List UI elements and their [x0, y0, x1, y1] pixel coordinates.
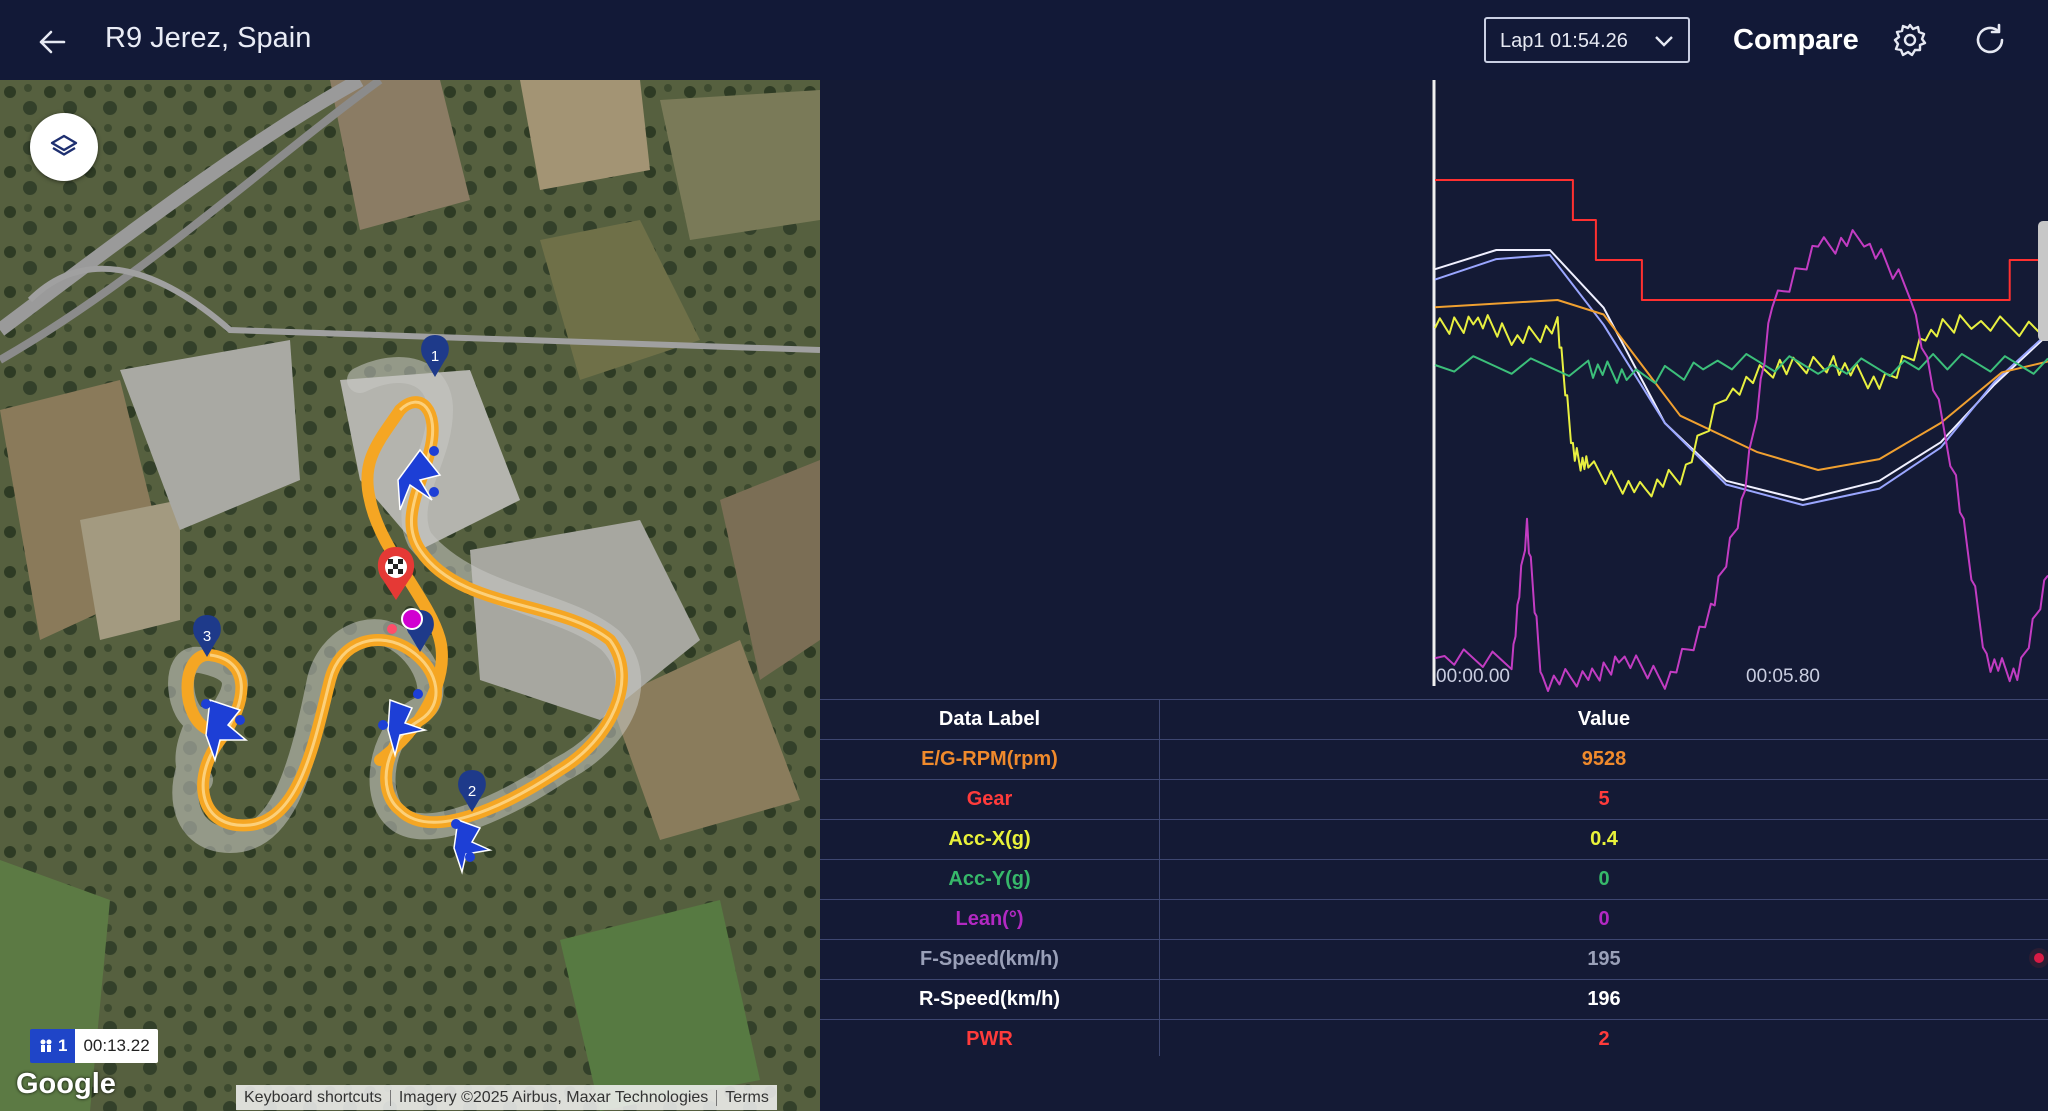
data-label-cell: PWR	[820, 1019, 1160, 1060]
series-line	[1434, 254, 2048, 506]
column-header-value: Value	[1159, 699, 2048, 740]
marker-2-label: 2	[468, 783, 476, 800]
record-indicator[interactable]	[2029, 948, 2048, 968]
map-imagery: 1 2 3	[0, 80, 820, 1111]
table-row: Acc-Y(g) 0	[820, 859, 2048, 900]
lap-number: 1	[58, 1036, 68, 1055]
data-label-cell: E/G-RPM(rpm)	[820, 739, 1160, 780]
keyboard-shortcuts-link[interactable]: Keyboard shortcuts	[236, 1089, 390, 1107]
series-line	[1434, 353, 2048, 385]
page-title: R9 Jerez, Spain	[105, 22, 312, 54]
current-position-dot	[401, 608, 423, 630]
compare-button[interactable]: Compare	[1733, 24, 1859, 57]
gear-icon	[1893, 23, 1927, 57]
column-header-label: Data Label	[820, 699, 1160, 740]
data-label-cell: Lean(°)	[820, 899, 1160, 940]
table-row: Acc-X(g) 0.4	[820, 819, 2048, 860]
data-value-cell: 5	[1159, 779, 2048, 820]
data-value-cell: 9528	[1159, 739, 2048, 780]
series-line	[1434, 314, 2048, 498]
rider-icon	[40, 1039, 52, 1052]
lap-selector[interactable]: Lap1 01:54.26	[1484, 17, 1690, 63]
data-value-cell: 196	[1159, 979, 2048, 1020]
refresh-icon	[1976, 23, 2004, 54]
marker-1-label: 1	[431, 348, 439, 365]
table-row: E/G-RPM(rpm) 9528	[820, 739, 2048, 780]
imagery-credit: Imagery ©2025 Airbus, Maxar Technologies	[398, 1088, 709, 1106]
table-row: Gear 5	[820, 779, 2048, 820]
table-row: F-Speed(km/h) 195	[820, 939, 2048, 980]
data-value-cell: 0	[1159, 859, 2048, 900]
arrow-left-icon	[39, 30, 66, 54]
data-value-cell: 0.4	[1159, 819, 2048, 860]
x-tick-label: 00:05.80	[1746, 666, 1820, 687]
data-label-cell: Gear	[820, 779, 1160, 820]
satellite-map[interactable]: 1 2 3 1 00:13.22 Google Keyboard shortcu…	[0, 80, 820, 1111]
data-label-cell: F-Speed(km/h)	[820, 939, 1160, 980]
data-label-cell: Acc-Y(g)	[820, 859, 1160, 900]
chevron-down-icon	[1655, 36, 1673, 47]
lap-elapsed-time: 00:13.22	[75, 1029, 158, 1063]
bottom-strip	[820, 1056, 2048, 1111]
x-tick-label: 00:00.00	[1436, 666, 1510, 687]
settings-button[interactable]	[1892, 22, 1928, 63]
map-attribution-bar: Keyboard shortcuts Imagery ©2025 Airbus,…	[236, 1085, 777, 1110]
series-line	[1435, 179, 2048, 301]
top-bar: R9 Jerez, Spain Lap1 01:54.26 Compare	[0, 0, 2048, 80]
telemetry-chart[interactable]: 00:00.00 00:05.80	[820, 80, 2048, 696]
table-row: PWR 2	[820, 1019, 2048, 1060]
lap-selector-value: Lap1 01:54.26	[1500, 30, 1628, 52]
telemetry-data-table: Data Label Value E/G-RPM(rpm) 9528 Gear 5 Ac…	[820, 699, 2048, 1060]
data-label-cell: R-Speed(km/h)	[820, 979, 1160, 1020]
map-layers-button[interactable]	[30, 113, 98, 181]
chart-scroll-handle[interactable]	[2038, 221, 2048, 341]
terms-link[interactable]: Terms	[717, 1089, 777, 1107]
google-logo: Google	[16, 1068, 116, 1100]
layers-icon	[50, 134, 78, 156]
back-button[interactable]	[34, 24, 70, 60]
telemetry-chart-plot	[1432, 80, 2048, 692]
data-label-cell: Acc-X(g)	[820, 819, 1160, 860]
data-value-cell: 195	[1159, 939, 2048, 980]
marker-3-label: 3	[203, 628, 211, 645]
data-value-cell: 2	[1159, 1019, 2048, 1060]
lap-time-badge: 1 00:13.22	[30, 1029, 158, 1063]
table-row: R-Speed(km/h) 196	[820, 979, 2048, 1020]
refresh-button[interactable]	[1972, 22, 2008, 63]
data-value-cell: 0	[1159, 899, 2048, 940]
table-header-row: Data Label Value	[820, 699, 2048, 740]
series-line	[1434, 249, 2048, 501]
compare-position-dot	[387, 624, 397, 634]
table-row: Lean(°) 0	[820, 899, 2048, 940]
